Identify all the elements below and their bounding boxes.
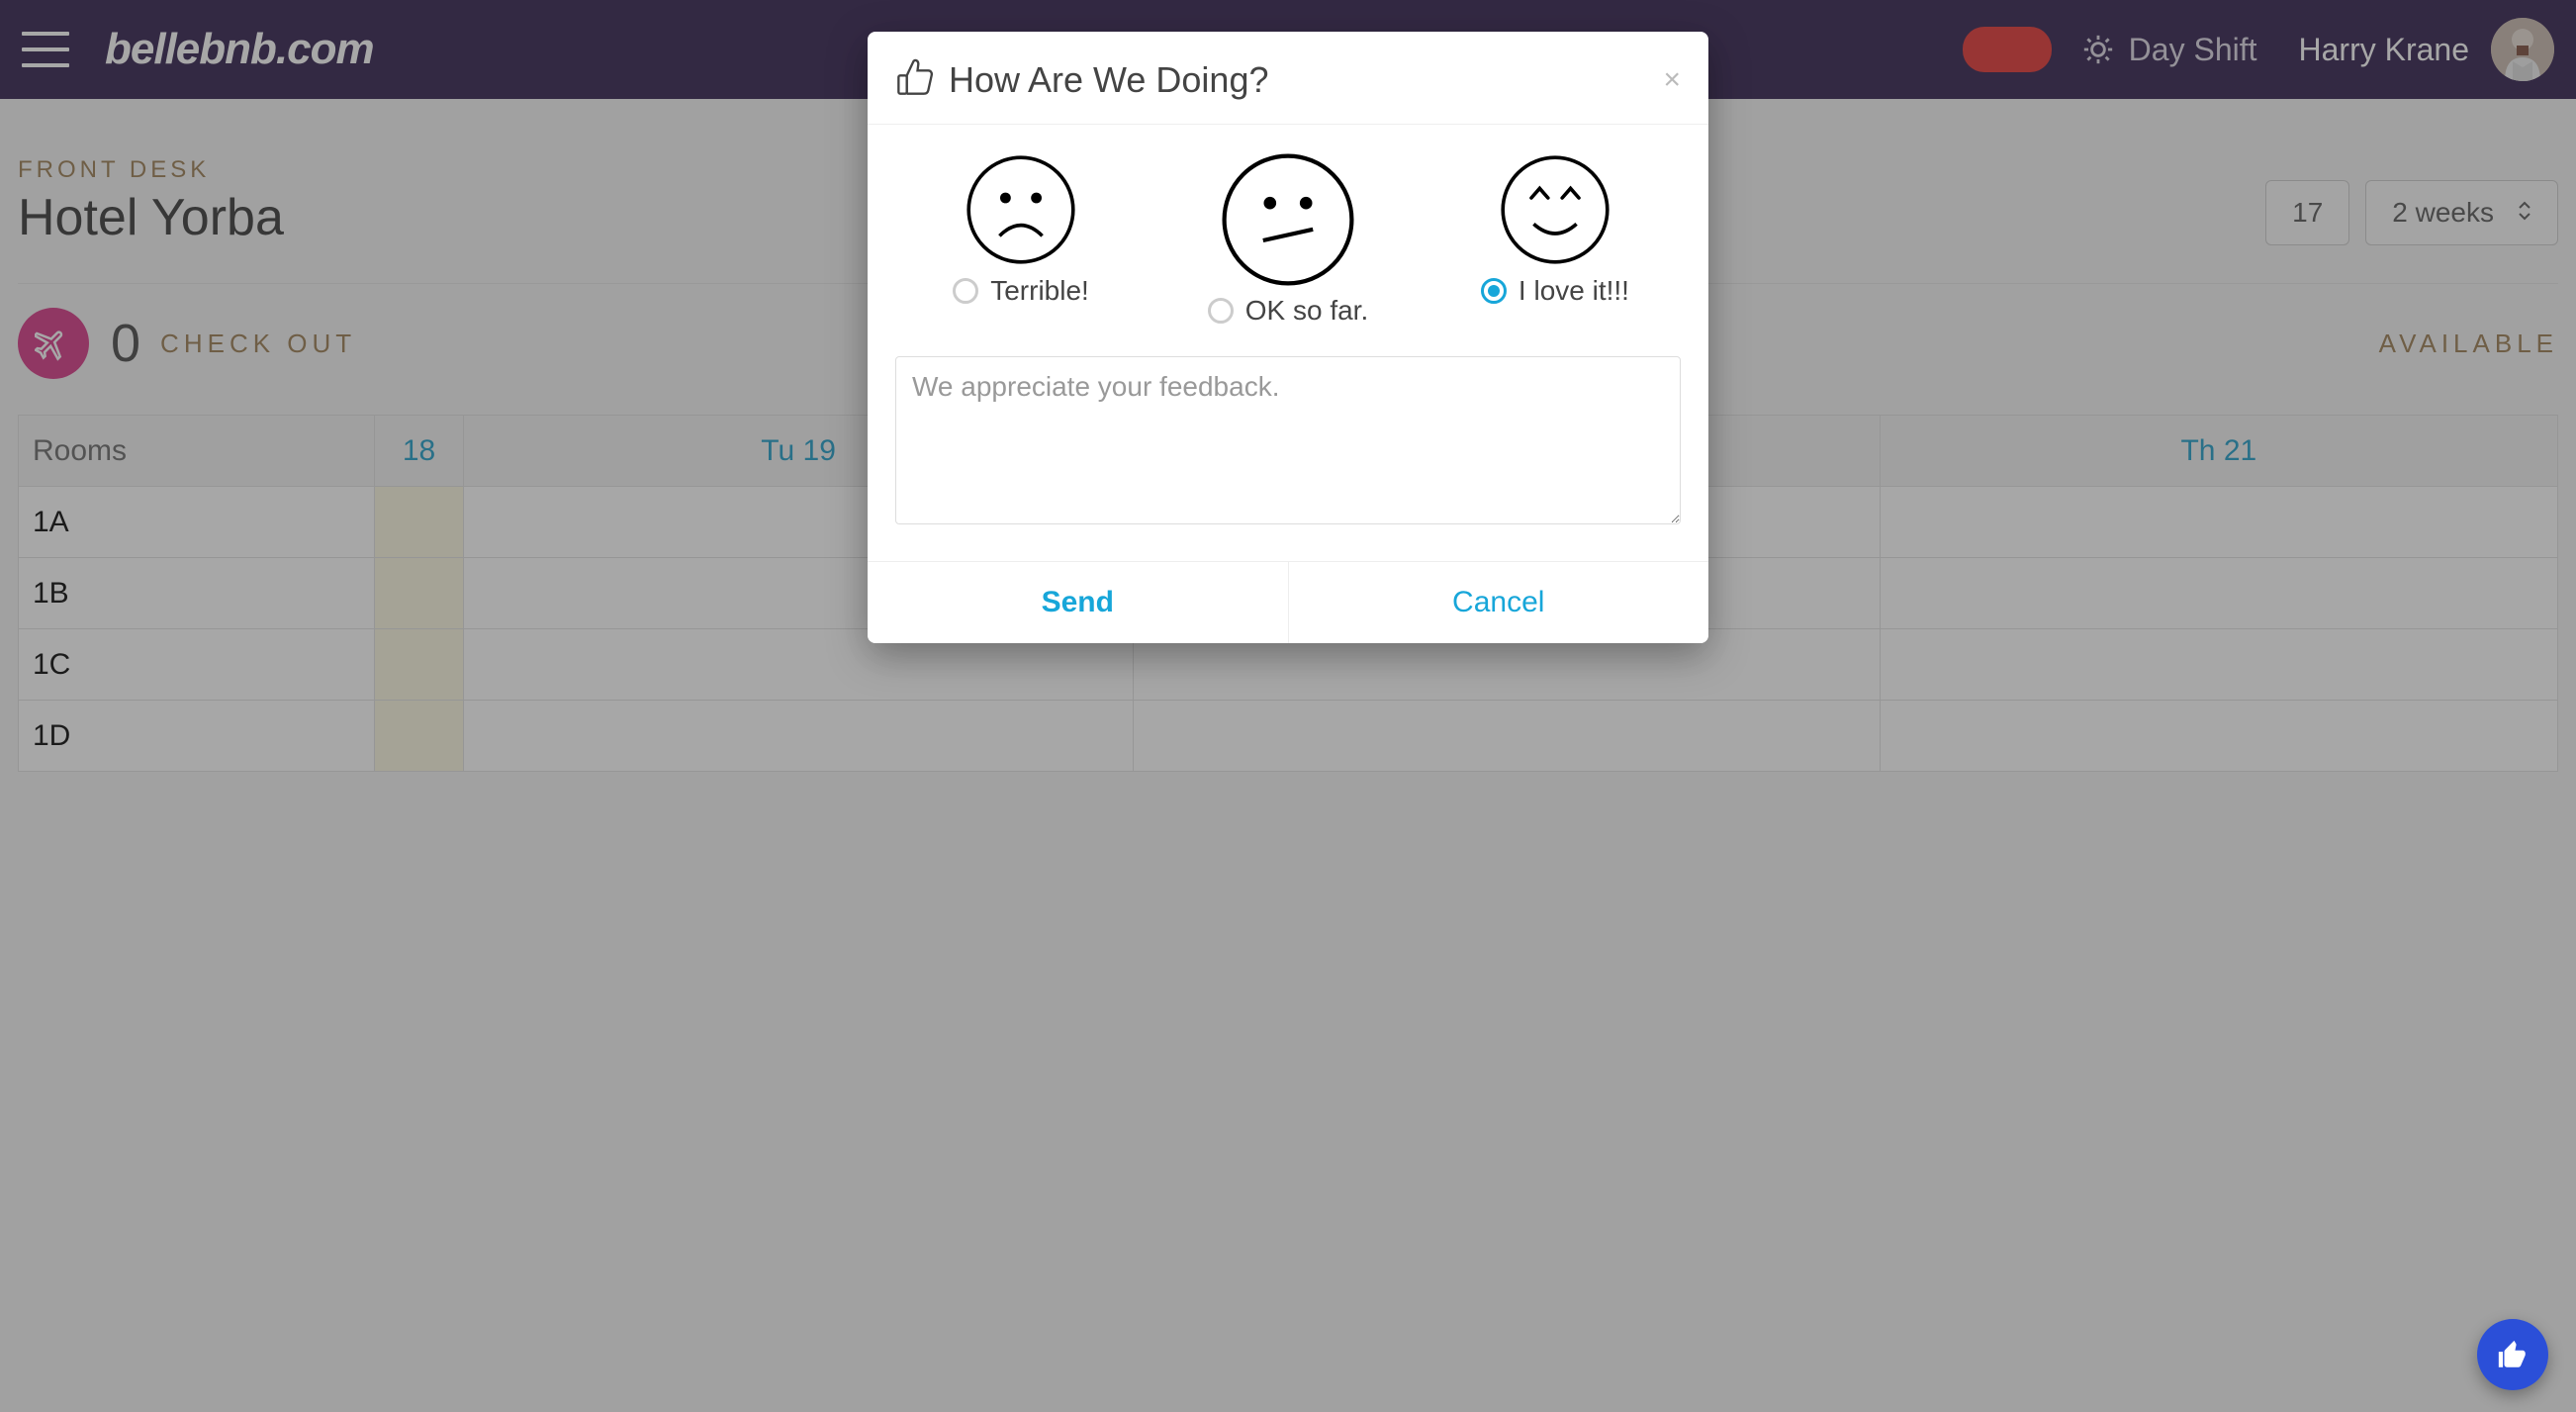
close-button[interactable]: × xyxy=(1663,65,1681,95)
cancel-button[interactable]: Cancel xyxy=(1289,562,1709,643)
radio-terrible[interactable] xyxy=(953,278,978,304)
neutral-face-icon xyxy=(1209,150,1367,289)
thumbs-up-icon xyxy=(2496,1338,2530,1371)
rating-label: OK so far. xyxy=(1245,295,1369,327)
thumbs-up-icon xyxy=(895,57,935,102)
rating-option-terrible[interactable]: Terrible! xyxy=(895,150,1147,327)
radio-love[interactable] xyxy=(1481,278,1507,304)
rating-option-love[interactable]: I love it!!! xyxy=(1429,150,1681,327)
sad-face-icon xyxy=(962,150,1080,269)
send-button[interactable]: Send xyxy=(868,562,1289,643)
rating-option-ok[interactable]: OK so far. xyxy=(1162,150,1414,327)
rating-label: I love it!!! xyxy=(1518,275,1629,307)
happy-face-icon xyxy=(1496,150,1614,269)
feedback-textarea[interactable] xyxy=(895,356,1681,524)
feedback-fab[interactable] xyxy=(2477,1319,2548,1390)
rating-label: Terrible! xyxy=(990,275,1089,307)
radio-ok[interactable] xyxy=(1208,298,1234,324)
modal-overlay: How Are We Doing? × Terrible! xyxy=(0,0,2576,1412)
modal-title: How Are We Doing? xyxy=(949,59,1663,101)
feedback-modal: How Are We Doing? × Terrible! xyxy=(868,32,1708,643)
